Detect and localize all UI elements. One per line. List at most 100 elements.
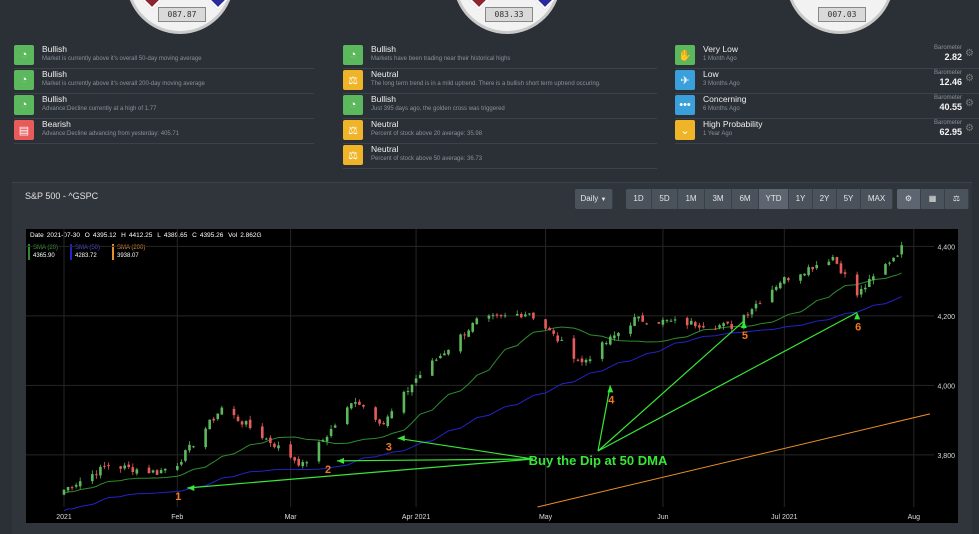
gauge-value: 083.33 <box>485 7 533 22</box>
candle-body <box>99 466 102 476</box>
signal-description: The long term trend is in a mild uptrend… <box>371 81 601 87</box>
range-button-3m[interactable]: 3M <box>705 189 732 209</box>
signal-status: Neutral <box>371 144 399 154</box>
range-button-1d[interactable]: 1D <box>626 189 652 209</box>
range-button-6m[interactable]: 6M <box>732 189 759 209</box>
signal-description: Percent of stock above 20 average: 35.98 <box>371 131 483 137</box>
y-tick-label: 3,800 <box>937 453 955 460</box>
candle-body <box>855 274 859 296</box>
price-chart[interactable]: Date 2021-07-30 O 4395.12 H 4412.25 L 4389.6… <box>26 229 958 523</box>
x-tick-label: Aug <box>908 514 921 521</box>
candle-body <box>758 303 762 305</box>
gears-icon: ⚙ <box>904 194 913 203</box>
signal-text: Neutral Percent of stock above 20 average… <box>371 119 657 139</box>
candle-body <box>884 264 887 275</box>
gear-icon[interactable]: ⚙ <box>965 44 979 64</box>
gauge-left: 087.87 <box>126 0 234 34</box>
candle-body <box>588 359 592 362</box>
candle-body <box>378 419 381 424</box>
signal-text: Bearish Advance:Decline advancing from ye… <box>42 119 314 139</box>
candle-body <box>447 349 450 355</box>
candle-body <box>576 359 580 361</box>
signal-row: ◔ Bullish Just 395 days ago, the golden cr… <box>343 94 657 119</box>
candle-body <box>74 484 78 487</box>
candle-body <box>657 322 661 324</box>
gauge-marker-icon <box>205 0 231 10</box>
signal-row: ✈ Low 3 Months Ago Barometer 12.46 ⚙ <box>675 69 979 94</box>
signals-crash-barometer: ✋ Very Low 1 Month Ago Barometer 2.82 ⚙ ✈ Low 3 … <box>675 44 979 166</box>
signal-status: Neutral <box>371 69 399 79</box>
candle-body <box>872 276 875 281</box>
candle-body <box>430 360 434 376</box>
range-button-1m[interactable]: 1M <box>678 189 705 209</box>
candle-body <box>503 315 507 317</box>
signal-text: Low 3 Months Ago <box>703 69 922 89</box>
signal-text: Bullish Market is currently above it's ov… <box>42 44 314 64</box>
candle-body <box>390 411 394 419</box>
range-button-5d[interactable]: 5D <box>652 189 678 209</box>
range-button-2y[interactable]: 2Y <box>813 189 837 209</box>
candle-body <box>827 261 831 266</box>
signal-text: Neutral The long term trend is in a mild … <box>371 69 657 89</box>
candle-body <box>698 325 701 328</box>
candle-body <box>260 426 264 439</box>
gear-icon[interactable]: ⚙ <box>965 69 979 89</box>
chart-canvas: 3,800 4,000 4,200 4,400 2021 Feb Mar Apr 2021 Ma… <box>26 229 955 521</box>
signal-row: ◔ Bullish Markets have been trading near t… <box>343 44 657 69</box>
interval-label: Daily <box>580 194 599 203</box>
signal-description: 1 Month Ago <box>703 56 737 62</box>
signal-status: Bullish <box>42 44 68 54</box>
candle-body <box>103 465 106 467</box>
candle-body <box>519 314 523 318</box>
gear-icon[interactable]: ⚙ <box>965 119 979 139</box>
candle-body <box>192 446 195 448</box>
signal-description: 3 Months Ago <box>703 81 740 87</box>
signal-row: ◔ Bullish Advance:Decline currently at a h… <box>14 94 314 119</box>
y-tick-label: 4,400 <box>937 244 955 251</box>
candle-body <box>774 286 778 290</box>
candle-body <box>176 466 179 470</box>
interval-dropdown[interactable]: Daily ▼ <box>575 189 613 209</box>
signal-status: Neutral <box>371 119 399 129</box>
candle-body <box>232 408 236 416</box>
signal-text: Bullish Just 395 days ago, the golden cro… <box>371 94 657 114</box>
scale-icon: ⚖ <box>952 194 961 203</box>
candle-body <box>188 444 191 451</box>
candle-body <box>726 321 729 324</box>
signal-description: Advance:Decline currently at a high of 1… <box>42 106 157 112</box>
candle-body <box>560 339 564 341</box>
candle-body <box>248 419 252 429</box>
signal-status: High Probability <box>703 119 763 129</box>
candle-body <box>552 330 555 334</box>
candle-body <box>604 343 608 345</box>
compare-button[interactable]: ⚖ <box>945 189 969 209</box>
indicators-button[interactable]: ⚙ <box>897 189 921 209</box>
range-button-5y[interactable]: 5Y <box>837 189 861 209</box>
candle-body <box>289 444 292 458</box>
candle-body <box>107 465 110 467</box>
range-button-max[interactable]: MAX <box>861 189 893 209</box>
calculator-button[interactable]: ▦ <box>921 189 945 209</box>
arrow-head <box>337 457 345 464</box>
candle-body <box>123 465 127 469</box>
candle-body <box>91 474 94 482</box>
gauge-icon: ◔ <box>14 45 34 65</box>
candle-body <box>180 461 183 465</box>
candle-body <box>463 334 466 336</box>
gear-icon[interactable]: ⚙ <box>965 94 979 114</box>
candle-body <box>402 391 406 413</box>
signal-status: Bullish <box>371 94 397 104</box>
hand-icon: ✋ <box>675 45 695 65</box>
signal-text: Very Low 1 Month Ago <box>703 44 922 64</box>
signal-status: Bearish <box>42 119 71 129</box>
signal-description: Market is currently above it's overall 2… <box>42 81 205 87</box>
candle-body <box>163 468 167 471</box>
range-button-ytd[interactable]: YTD <box>759 189 789 209</box>
candle-body <box>669 320 673 322</box>
candle-body <box>301 462 305 467</box>
range-button-1y[interactable]: 1Y <box>789 189 813 209</box>
gauge-value: 087.87 <box>158 7 206 22</box>
candle-body <box>807 267 810 276</box>
candle-body <box>382 423 385 425</box>
candle-body <box>212 418 216 421</box>
